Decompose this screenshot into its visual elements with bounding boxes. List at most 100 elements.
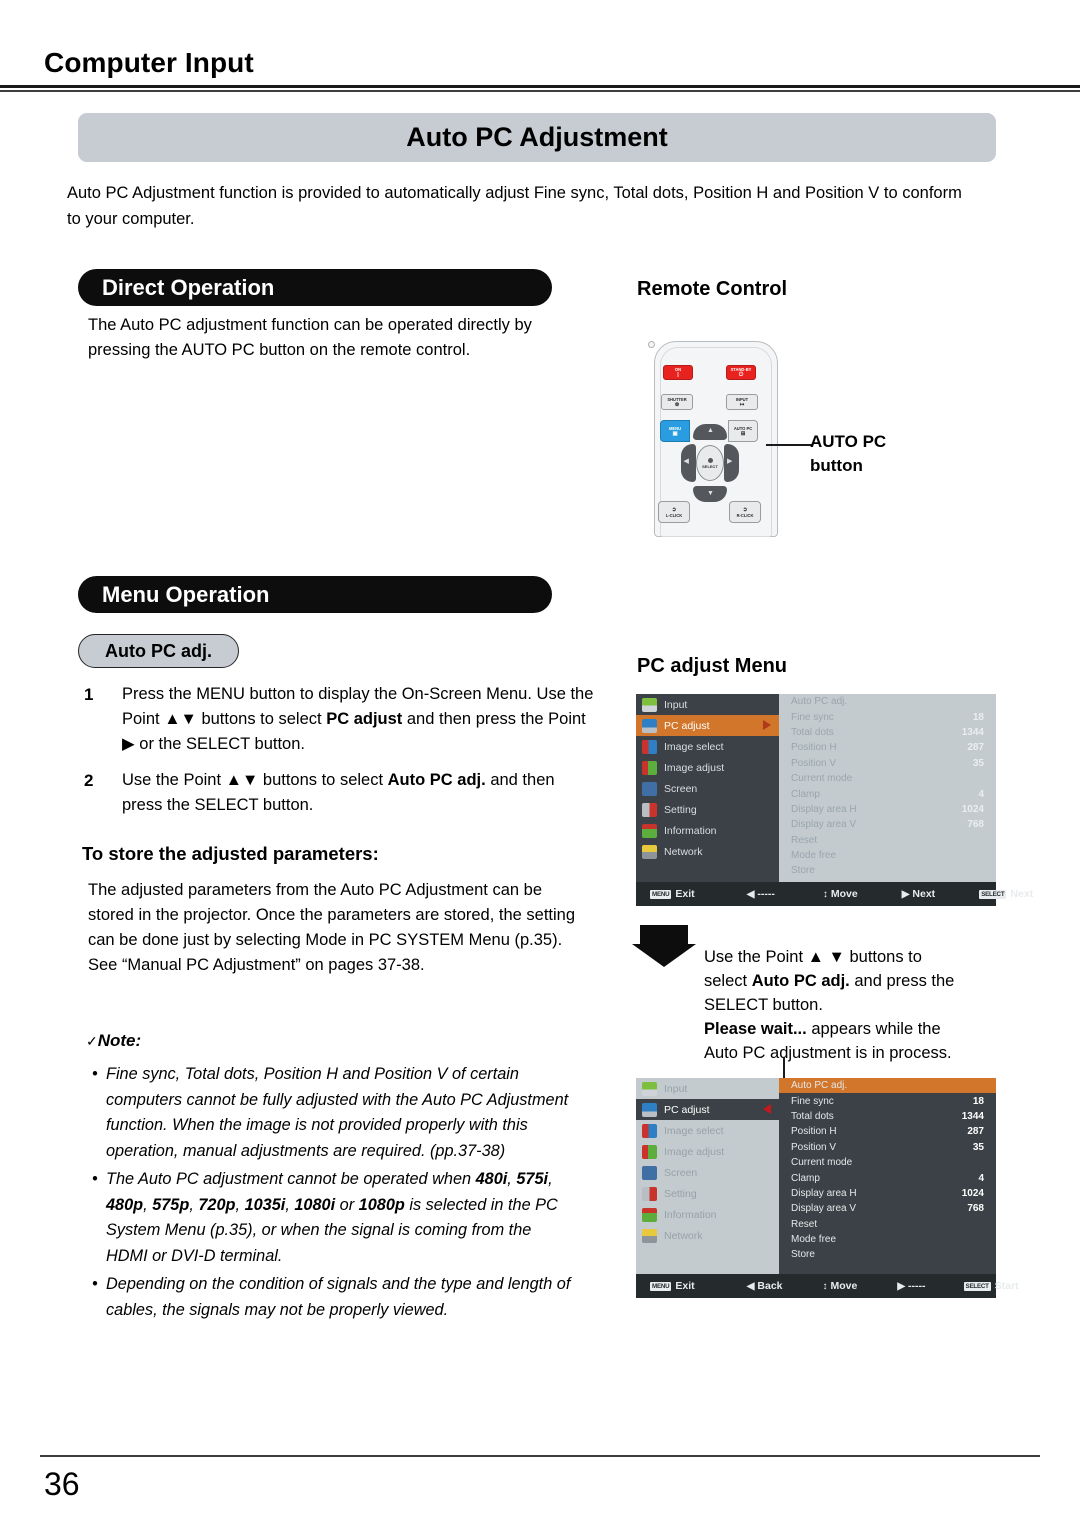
osd-row[interactable]: Position V 35 — [779, 1140, 996, 1155]
osd-row[interactable]: Display area V 768 — [779, 1201, 996, 1216]
osd-row[interactable]: Reset — [779, 833, 996, 848]
osd-row-label: Total dots — [791, 1110, 834, 1122]
osd-key-badge: SELECT — [979, 889, 1007, 899]
osd-footer-glyph-icon: ◀ — [746, 1280, 755, 1292]
osd-sidebar-item-image-adjust[interactable]: Image adjust — [636, 757, 779, 778]
osd-row[interactable]: Clamp 4 — [779, 1170, 996, 1185]
osd-row[interactable]: Position V 35 — [779, 756, 996, 771]
osd-row[interactable]: Auto PC adj. — [779, 1078, 996, 1094]
step-1-number: 1 — [84, 685, 94, 704]
osd-row-label: Current mode — [791, 773, 853, 785]
osd-sidebar-item-pc-adjust[interactable]: PC adjust — [636, 715, 779, 736]
process-note-line4: Please wait... appears while the — [704, 1020, 941, 1038]
osd-sidebar-item-label: Network — [664, 845, 703, 858]
osd-row[interactable]: Fine sync 18 — [779, 709, 996, 724]
osd-row[interactable]: Display area H 1024 — [779, 1186, 996, 1201]
osd-sidebar-item-image-select[interactable]: Image select — [636, 736, 779, 757]
osd-sidebar-item-label: Image select — [664, 1124, 724, 1137]
note-item-text: The Auto PC adjustment cannot be operate… — [106, 1170, 558, 1265]
osd-row[interactable]: Auto PC adj. — [779, 694, 996, 709]
osd-sidebar-item-setting[interactable]: Setting — [636, 799, 779, 820]
auto-pc-icon: ⊞ — [740, 430, 746, 437]
osd-footer-bar: MENU Exit ◀ ----- ↕ Move ▶ Next SELECT Next — [636, 882, 1033, 906]
l-click-label: L-CLICK — [665, 512, 683, 518]
osd-sidebar-item-label: Setting — [664, 1187, 697, 1200]
osd-footer-label: Move — [830, 888, 858, 900]
osd-footer-item: ▶ Next — [902, 888, 935, 900]
note-item-text: Depending on the condition of signals an… — [106, 1275, 571, 1319]
osd-footer-item: ◀ Back — [747, 1280, 783, 1292]
osd-sidebar-item-image-adjust[interactable]: Image adjust — [636, 1141, 779, 1162]
osd-footer-label: Back — [757, 1280, 783, 1292]
remote-input-button: INPUT ↦ — [726, 394, 758, 410]
osd-row[interactable]: Reset — [779, 1217, 996, 1232]
osd-row[interactable]: Display area V 768 — [779, 817, 996, 832]
osd-footer-item: ↕ Move — [823, 1280, 858, 1292]
osd-row[interactable]: Store — [779, 863, 996, 878]
store-parameters-body: The adjusted parameters from the Auto PC… — [88, 881, 576, 974]
page-title-bar: Auto PC Adjustment — [78, 113, 996, 162]
information-icon — [642, 823, 657, 838]
section-bar-menu-operation: Menu Operation — [78, 576, 552, 613]
note-label: Note: — [97, 1031, 142, 1050]
direct-operation-body: The Auto PC adjustment function can be o… — [88, 316, 532, 359]
osd-row[interactable]: Current mode — [779, 1155, 996, 1170]
osd-row[interactable]: Current mode — [779, 771, 996, 786]
store-parameters-heading: To store the adjusted parameters: — [82, 843, 379, 864]
osd-footer-label: ----- — [757, 888, 775, 900]
osd-sidebar-item-information[interactable]: Information — [636, 1204, 779, 1225]
osd-footer-label: Exit — [675, 888, 695, 900]
osd-sidebar-item-screen[interactable]: Screen — [636, 778, 779, 799]
osd-sidebar-item-information[interactable]: Information — [636, 820, 779, 841]
osd-row[interactable]: Store — [779, 1247, 996, 1262]
osd-sidebar-item-label: Screen — [664, 1166, 698, 1179]
chevron-left-icon — [763, 1104, 771, 1114]
osd-row[interactable]: Fine sync 18 — [779, 1093, 996, 1108]
osd-sidebar-item-input[interactable]: Input — [636, 694, 779, 715]
osd-row-label: Fine sync — [791, 711, 834, 723]
setting-icon — [642, 802, 657, 817]
osd-sidebar-item-setting[interactable]: Setting — [636, 1183, 779, 1204]
osd-row-value: 287 — [967, 742, 984, 754]
osd-sidebar-item-network[interactable]: Network — [636, 841, 779, 862]
osd-row-value: 35 — [972, 1141, 984, 1153]
osd-row-value: 1344 — [961, 726, 984, 738]
osd-sidebar-item-network[interactable]: Network — [636, 1225, 779, 1246]
osd-sidebar-item-pc-adjust[interactable]: PC adjust — [636, 1099, 779, 1120]
screen-icon — [642, 1165, 657, 1180]
osd-sidebar-item-image-select[interactable]: Image select — [636, 1120, 779, 1141]
osd-screenshot-auto-pc-adj-selected: Input PC adjust Image select Image adjust Sc… — [636, 1078, 1019, 1298]
image-select-icon — [642, 1123, 657, 1138]
osd-row-value: 4 — [978, 1172, 984, 1184]
osd-footer-item: ▶ ----- — [897, 1280, 925, 1292]
osd-row[interactable]: Total dots 1344 — [779, 1109, 996, 1124]
osd-row[interactable]: Mode free — [779, 1232, 996, 1247]
osd-row[interactable]: Mode free — [779, 848, 996, 863]
step-2-text: Use the Point ▲▼ buttons to select Auto … — [122, 771, 555, 814]
osd-row[interactable]: Clamp 4 — [779, 786, 996, 801]
osd-sidebar: Input PC adjust Image select Image adjust Sc… — [636, 694, 779, 882]
osd-key-badge: MENU — [650, 889, 672, 899]
process-note: Use the Point ▲ ▼ buttons to select Auto… — [704, 945, 1004, 1065]
process-note-line3: SELECT button. — [704, 996, 823, 1014]
osd-selection-tail — [779, 1095, 788, 1125]
page-title: Auto PC Adjustment — [406, 122, 668, 152]
osd-row[interactable]: Total dots 1344 — [779, 725, 996, 740]
check-icon: ✓ — [86, 1033, 98, 1049]
osd-content-panel: Auto PC adj. Fine sync 18 Total dots 1344 Pos… — [779, 694, 996, 882]
osd-sidebar-item-input[interactable]: Input — [636, 1078, 779, 1099]
osd-sidebar-item-screen[interactable]: Screen — [636, 1162, 779, 1183]
input-icon — [642, 697, 657, 712]
osd-footer-label: Move — [830, 1280, 858, 1292]
auto-pc-adj-pill: Auto PC adj. — [78, 634, 239, 668]
osd-row[interactable]: Position H 287 — [779, 740, 996, 755]
note-list: • Fine sync, Total dots, Position H and … — [92, 1062, 572, 1326]
osd-footer-glyph-icon: ◀ — [746, 888, 755, 900]
osd-footer-label: ----- — [908, 1280, 926, 1292]
osd-row[interactable]: Position H 287 — [779, 1124, 996, 1139]
osd-sidebar-item-label: Image adjust — [664, 761, 725, 774]
osd-row-label: Auto PC adj. — [791, 696, 848, 708]
osd-footer-label: Start — [994, 1280, 1019, 1292]
osd-row-label: Clamp — [791, 1172, 820, 1184]
osd-row[interactable]: Display area H 1024 — [779, 802, 996, 817]
